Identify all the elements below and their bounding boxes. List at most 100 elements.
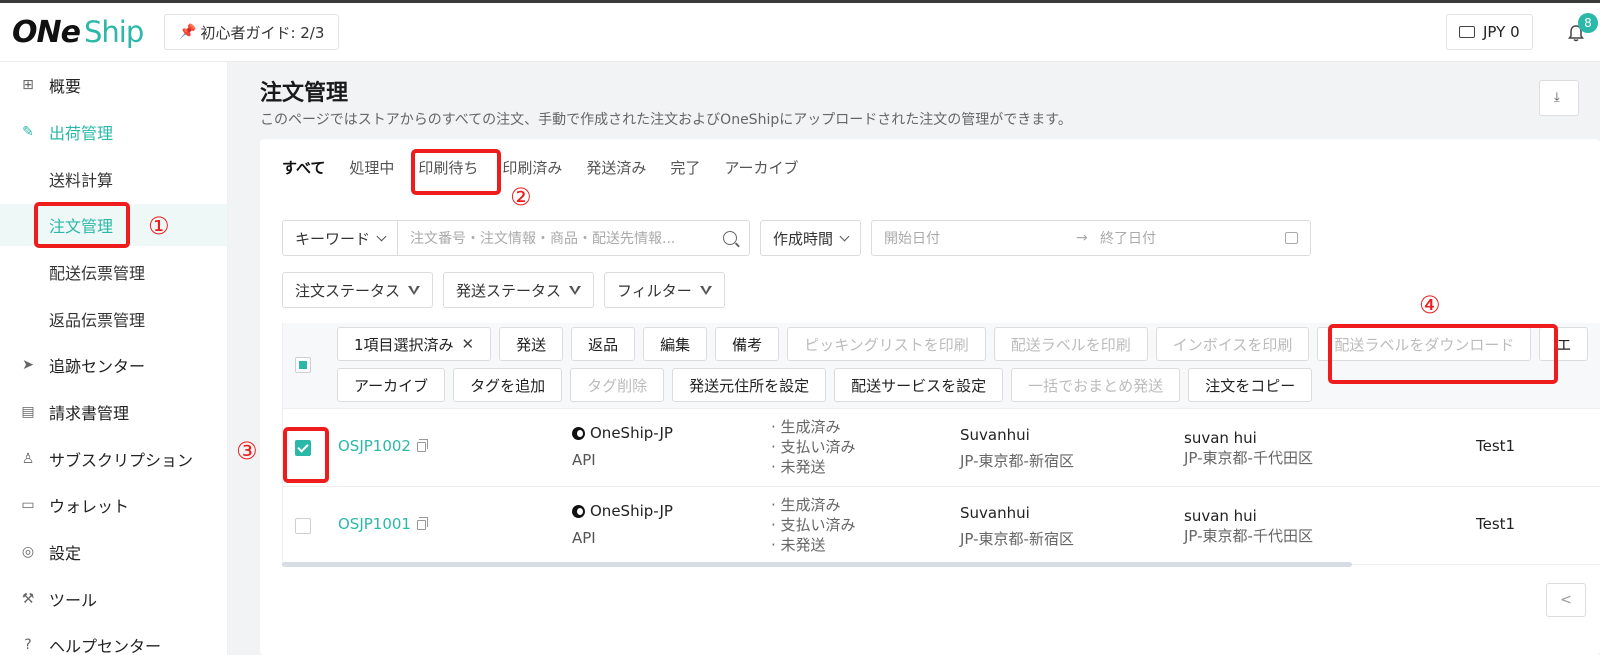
add-tag-button[interactable]: タグを追加 bbox=[453, 368, 563, 402]
wallet-icon: ▭ bbox=[21, 497, 35, 513]
export-button[interactable]: エ bbox=[1539, 327, 1589, 361]
order-number: OSJP1001 bbox=[338, 515, 411, 533]
sidebar-item-subscription[interactable]: ♙ サブスクリプション bbox=[0, 438, 227, 480]
pager-prev-button[interactable]: < bbox=[1546, 583, 1586, 617]
order-number-link[interactable]: OSJP1001 bbox=[338, 515, 428, 533]
tab-processing[interactable]: 処理中 bbox=[349, 157, 394, 183]
tab-completed[interactable]: 完了 bbox=[670, 157, 700, 183]
date-range-picker[interactable]: 開始日付 → 終了日付 bbox=[871, 220, 1312, 256]
tab-shipped[interactable]: 発送済み bbox=[586, 157, 646, 183]
sidebar-item-label: 追跡センター bbox=[49, 357, 146, 376]
sidebar-item-help[interactable]: ? ヘルプセンター bbox=[0, 624, 227, 655]
row-checkbox[interactable] bbox=[295, 518, 311, 534]
copy-icon[interactable] bbox=[416, 439, 428, 452]
beginner-guide-button[interactable]: 📌 初心者ガイド: 2/3 bbox=[164, 14, 340, 50]
logo-ship-text: Ship bbox=[83, 15, 144, 49]
pin-icon: 📌 bbox=[179, 24, 197, 40]
copy-order-button[interactable]: 注文をコピー bbox=[1188, 368, 1313, 402]
filter-icon bbox=[408, 285, 421, 295]
table-row[interactable]: OSJP1001 OneShip-JP API · 生成済み · 支払い済み ·… bbox=[283, 487, 1600, 565]
sidebar-item-rate-calc[interactable]: 送料計算 bbox=[0, 158, 227, 200]
filter-icon bbox=[699, 285, 712, 295]
keyword-select[interactable]: キーワード bbox=[282, 220, 399, 256]
order-tabs: すべて 処理中 印刷待ち 印刷済み 発送済み 完了 アーカイブ bbox=[282, 157, 823, 183]
sender-name: Suvanhui bbox=[960, 426, 1030, 444]
download-shipping-label-button[interactable]: 配送ラベルをダウンロード bbox=[1317, 327, 1532, 361]
order-status-filter[interactable]: 注文ステータス bbox=[282, 272, 434, 308]
wallet-balance-button[interactable]: JPY 0 bbox=[1446, 14, 1533, 50]
print-invoice-button[interactable]: インボイスを印刷 bbox=[1155, 327, 1310, 361]
date-start-input[interactable]: 開始日付 bbox=[884, 228, 940, 248]
time-select[interactable]: 作成時間 bbox=[760, 220, 862, 256]
store-logo-icon bbox=[572, 504, 585, 518]
print-shipping-label-button[interactable]: 配送ラベルを印刷 bbox=[993, 327, 1148, 361]
logo-one-text: ONe bbox=[12, 14, 81, 50]
date-end-input[interactable]: 終了日付 bbox=[1100, 228, 1156, 248]
status-generated: · 生成済み bbox=[771, 418, 841, 436]
close-icon[interactable]: ✕ bbox=[462, 335, 475, 353]
arrow-right-icon: → bbox=[1076, 230, 1088, 246]
tab-all[interactable]: すべて bbox=[282, 157, 325, 183]
help-icon: ? bbox=[24, 637, 32, 653]
select-all-checkbox[interactable] bbox=[295, 357, 311, 373]
order-status-label: 注文ステータス bbox=[295, 281, 401, 300]
selected-count-chip[interactable]: 1項目選択済み ✕ bbox=[337, 327, 492, 361]
sidebar-item-label: ヘルプセンター bbox=[49, 637, 162, 655]
print-picking-list-button[interactable]: ピッキングリストを印刷 bbox=[787, 327, 986, 361]
sidebar-item-tools[interactable]: ⚒ ツール bbox=[0, 578, 227, 620]
search-input[interactable]: 注文番号・注文情報・商品・配送先情報... bbox=[398, 220, 751, 256]
sidebar-item-label: 配送伝票管理 bbox=[49, 264, 146, 283]
horizontal-scrollbar[interactable] bbox=[282, 562, 1352, 567]
store-name: OneShip-JP bbox=[572, 424, 673, 442]
row-checkbox[interactable] bbox=[295, 440, 311, 456]
tab-awaiting-print[interactable]: 印刷待ち bbox=[418, 157, 478, 183]
sender-name: Suvanhui bbox=[960, 504, 1030, 522]
filter-label: フィルター bbox=[617, 281, 692, 300]
grid-icon: ⊞ bbox=[22, 77, 34, 93]
note-button[interactable]: 備考 bbox=[715, 327, 780, 361]
bulk-combine-ship-button[interactable]: 一括でおまとめ発送 bbox=[1011, 368, 1181, 402]
recipient-address: JP-東京都-千代田区 bbox=[1184, 449, 1313, 467]
sidebar-item-orders[interactable]: 注文管理 bbox=[0, 204, 227, 246]
sidebar-item-overview[interactable]: ⊞ 概要 bbox=[0, 64, 227, 106]
sidebar-item-shipping[interactable]: ✎ 出荷管理 bbox=[0, 111, 227, 153]
ship-button[interactable]: 発送 bbox=[499, 327, 564, 361]
download-icon: ⤓ bbox=[1554, 90, 1560, 105]
store-name: OneShip-JP bbox=[572, 502, 673, 520]
return-button[interactable]: 返品 bbox=[571, 327, 636, 361]
sidebar-item-tracking[interactable]: ➤ 追跡センター bbox=[0, 344, 227, 386]
sidebar-item-wallet[interactable]: ▭ ウォレット bbox=[0, 484, 227, 526]
sidebar-item-shipment-labels[interactable]: 配送伝票管理 bbox=[0, 251, 227, 293]
chevron-down-icon bbox=[376, 231, 387, 241]
sidebar-item-return-labels[interactable]: 返品伝票管理 bbox=[0, 298, 227, 340]
shipping-status-filter[interactable]: 発送ステータス bbox=[443, 272, 595, 308]
oneship-logo[interactable]: ONe Ship bbox=[12, 14, 144, 50]
order-number-link[interactable]: OSJP1002 bbox=[338, 437, 428, 455]
search-icon[interactable] bbox=[723, 231, 738, 245]
remove-tag-button[interactable]: タグ削除 bbox=[570, 368, 665, 402]
more-filter-button[interactable]: フィルター bbox=[604, 272, 725, 308]
archive-button[interactable]: アーカイブ bbox=[337, 368, 446, 402]
set-shipping-service-button[interactable]: 配送サービスを設定 bbox=[834, 368, 1004, 402]
sidebar-item-invoices[interactable]: ▤ 請求書管理 bbox=[0, 391, 227, 433]
annotation-number-3: ③ bbox=[236, 437, 258, 465]
sidebar-item-label: 概要 bbox=[49, 77, 82, 96]
store-label: OneShip-JP bbox=[590, 424, 673, 442]
keyword-search-group: キーワード 注文番号・注文情報・商品・配送先情報... bbox=[282, 220, 751, 256]
sidebar-item-label: サブスクリプション bbox=[49, 451, 194, 470]
download-button[interactable]: ⤓ bbox=[1539, 80, 1579, 116]
sender-address: JP-東京都-新宿区 bbox=[960, 452, 1074, 470]
sidebar-item-settings[interactable]: ◎ 設定 bbox=[0, 531, 227, 573]
keyword-select-label: キーワード bbox=[295, 229, 371, 248]
wallet-icon bbox=[1459, 26, 1475, 38]
copy-icon[interactable] bbox=[416, 517, 428, 530]
table-row[interactable]: OSJP1002 OneShip-JP API · 生成済み · 支払い済み ·… bbox=[283, 409, 1600, 487]
shipping-icon: ✎ bbox=[22, 124, 34, 140]
filter-row: キーワード 注文番号・注文情報・商品・配送先情報... 作成時間 開始日付 → … bbox=[282, 220, 1312, 256]
guide-label: 初心者ガイド: 2/3 bbox=[200, 23, 325, 42]
edit-button[interactable]: 編集 bbox=[643, 327, 708, 361]
tab-printed[interactable]: 印刷済み bbox=[502, 157, 562, 183]
set-sender-address-button[interactable]: 発送元住所を設定 bbox=[672, 368, 827, 402]
tab-archive[interactable]: アーカイブ bbox=[724, 157, 798, 183]
bulk-actions-line1: 1項目選択済み ✕ 発送 返品 編集 備考 ピッキングリストを印刷 配送ラベルを… bbox=[337, 327, 1589, 361]
